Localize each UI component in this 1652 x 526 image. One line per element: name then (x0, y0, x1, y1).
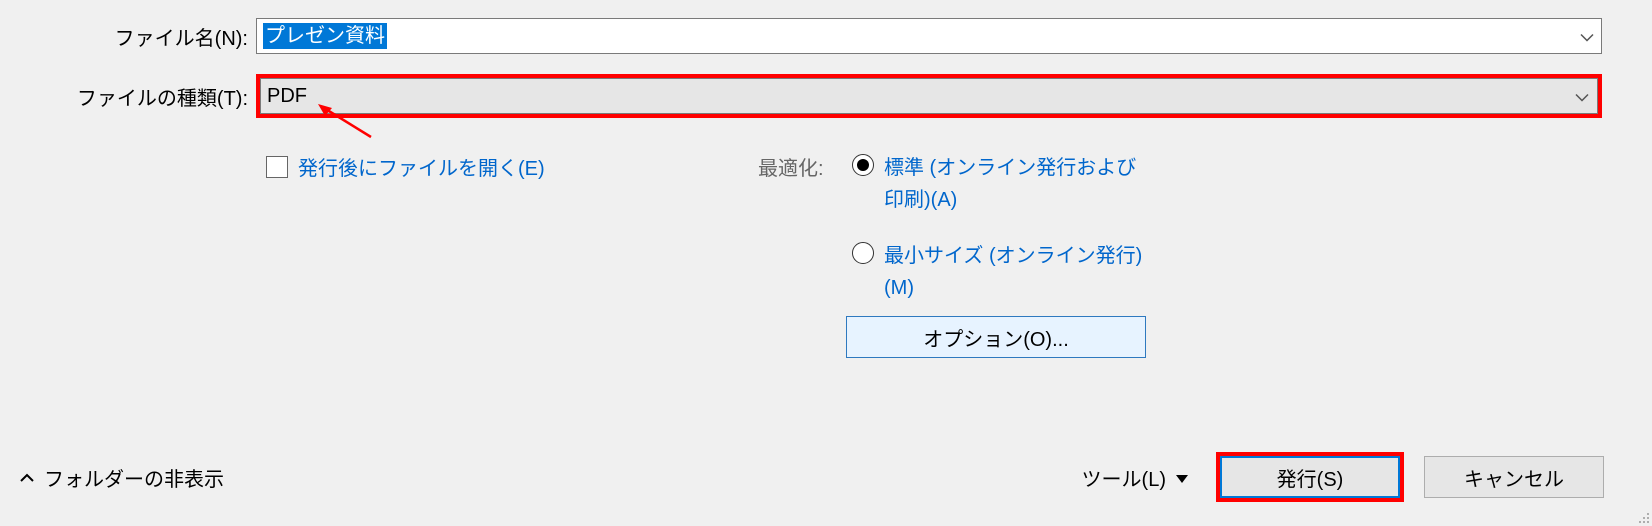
filetype-dropdown[interactable]: PDF (260, 78, 1598, 114)
publish-highlight: 発行(S) (1216, 452, 1404, 502)
filename-label: ファイル名(N): (0, 22, 256, 51)
cancel-button[interactable]: キャンセル (1424, 456, 1604, 498)
publish-button[interactable]: 発行(S) (1220, 456, 1400, 498)
optimize-standard-radio[interactable]: 標準 (オンライン発行および印刷)(A) (852, 152, 1152, 216)
chevron-down-icon[interactable] (1575, 85, 1589, 108)
hide-folders-label: フォルダーの非表示 (44, 463, 224, 492)
hide-folders-toggle[interactable]: フォルダーの非表示 (20, 463, 224, 492)
optimize-label: 最適化: (758, 152, 824, 181)
filename-value: プレゼン資料 (263, 23, 387, 49)
resize-grip-icon[interactable] (1636, 510, 1650, 524)
options-button[interactable]: オプション(O)... (846, 316, 1146, 358)
caret-down-icon (1176, 466, 1188, 489)
filename-input[interactable]: プレゼン資料 (256, 18, 1602, 54)
optimize-minimum-radio[interactable]: 最小サイズ (オンライン発行)(M) (852, 240, 1152, 304)
radio-unchecked-icon (852, 242, 874, 264)
optimize-minimum-label: 最小サイズ (オンライン発行)(M) (884, 240, 1152, 304)
optimize-standard-label: 標準 (オンライン発行および印刷)(A) (884, 152, 1152, 216)
open-after-checkbox[interactable]: 発行後にファイルを開く(E) (266, 152, 545, 181)
tools-dropdown[interactable]: ツール(L) (1082, 463, 1188, 492)
open-after-label: 発行後にファイルを開く(E) (298, 152, 545, 181)
tools-label: ツール(L) (1082, 463, 1166, 492)
radio-checked-icon (852, 154, 874, 176)
filetype-value: PDF (267, 85, 307, 108)
filetype-highlight: PDF (256, 74, 1602, 118)
filetype-label: ファイルの種類(T): (0, 82, 256, 111)
chevron-up-icon (20, 466, 34, 489)
checkbox-icon (266, 156, 288, 178)
